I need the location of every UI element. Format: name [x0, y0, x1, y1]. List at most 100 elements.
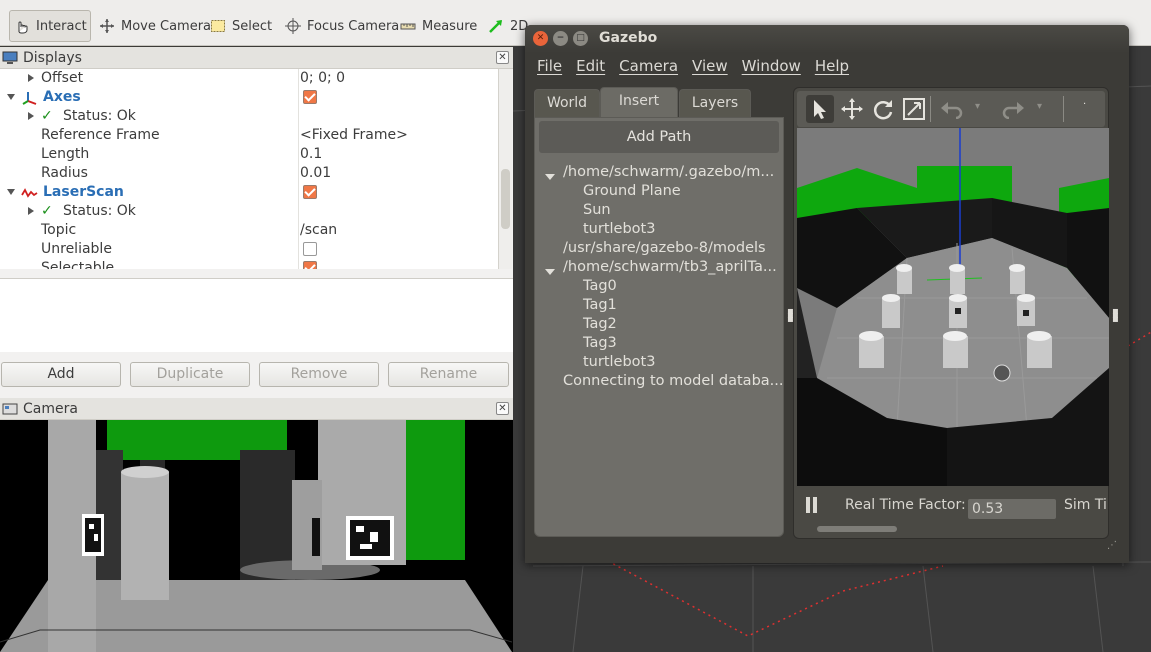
row-value[interactable]: 0.1 [300, 146, 322, 162]
row-key: Status: Ok [63, 108, 136, 124]
model-item[interactable]: turtlebot3 [583, 221, 655, 237]
menu-camera[interactable]: Camera [619, 53, 678, 81]
displays-title: Displays [23, 49, 82, 66]
tab-world[interactable]: World [534, 89, 600, 117]
undo-icon[interactable] [940, 99, 964, 123]
tree-row-axes[interactable]: Axes [0, 88, 498, 107]
expand-arrow-icon[interactable] [28, 207, 34, 215]
tab-layers[interactable]: Layers [679, 89, 751, 117]
model-item[interactable]: Tag2 [583, 316, 617, 332]
measure-tool[interactable]: Measure [396, 10, 481, 42]
laserscan-icon [21, 185, 38, 201]
displays-scrollbar[interactable] [498, 69, 512, 269]
tree-path-share[interactable]: /usr/share/gazebo-8/models [563, 240, 766, 256]
displays-tree: Offset 0; 0; 0 Axes ✓ Status: Ok Referen… [0, 69, 498, 269]
menu-window[interactable]: Window [742, 53, 801, 81]
unreliable-checkbox[interactable] [303, 242, 317, 256]
focus-camera-tool[interactable]: Focus Camera [281, 10, 403, 42]
duplicate-button[interactable]: Duplicate [130, 362, 250, 387]
real-time-factor-label: Real Time Factor: [845, 497, 966, 513]
measure-label: Measure [422, 18, 478, 34]
model-item[interactable]: Tag1 [583, 297, 617, 313]
model-item[interactable]: Tag0 [583, 278, 617, 294]
gazebo-titlebar[interactable]: ✕ − □ Gazebo [525, 25, 1129, 53]
enable-checkbox[interactable] [303, 90, 317, 104]
enable-checkbox[interactable] [303, 185, 317, 199]
rotate-icon[interactable] [871, 97, 895, 125]
tree-row-radius[interactable]: Radius 0.01 [0, 164, 498, 183]
tree-row-laserscan[interactable]: LaserScan [0, 183, 498, 202]
tree-row-status[interactable]: ✓ Status: Ok [0, 107, 498, 126]
row-value[interactable]: /scan [300, 222, 337, 238]
rename-button[interactable]: Rename [388, 362, 509, 387]
pause-icon[interactable] [813, 497, 817, 513]
tree-row-reference-frame[interactable]: Reference Frame <Fixed Frame> [0, 126, 498, 145]
row-key: Reference Frame [41, 127, 160, 143]
add-button[interactable]: Add [1, 362, 121, 387]
row-key: Unreliable [41, 241, 112, 257]
selectable-checkbox[interactable] [303, 261, 317, 269]
check-icon: ✓ [41, 203, 53, 219]
model-item[interactable]: Tag3 [583, 335, 617, 351]
row-value[interactable]: <Fixed Frame> [300, 127, 408, 143]
splitter-handle[interactable]: ▪ ▪ ▪ [1112, 307, 1119, 325]
close-window-icon[interactable]: ✕ [533, 31, 548, 46]
scale-icon[interactable] [902, 97, 926, 125]
interact-tool[interactable]: Interact [9, 10, 91, 42]
description-area [0, 278, 513, 352]
camera-icon [2, 401, 18, 417]
tree-row-offset[interactable]: Offset 0; 0; 0 [0, 69, 498, 88]
collapse-arrow-icon[interactable] [7, 189, 15, 195]
minimize-window-icon[interactable]: − [553, 31, 568, 46]
menu-view[interactable]: View [692, 53, 728, 81]
gazebo-render-panel: ▾ ▾ · Real Time Factor: 0.53 Sim Ti [793, 87, 1109, 539]
select-label: Select [232, 18, 273, 34]
close-icon[interactable]: ✕ [496, 402, 509, 415]
tree-row-topic[interactable]: Topic /scan [0, 221, 498, 240]
select-tool[interactable]: Select [206, 10, 276, 42]
redo-icon[interactable] [1001, 99, 1025, 123]
tree-row-length[interactable]: Length 0.1 [0, 145, 498, 164]
tree-path-gazebo[interactable]: /home/schwarm/.gazebo/m... [563, 164, 774, 180]
collapse-arrow-icon[interactable] [545, 269, 555, 275]
row-value[interactable]: 0.01 [300, 165, 331, 181]
gazebo-window: ✕ − □ Gazebo File Edit Camera View Windo… [525, 25, 1129, 563]
row-key: LaserScan [43, 184, 124, 200]
tab-insert[interactable]: Insert [600, 87, 678, 117]
menu-file[interactable]: File [537, 53, 562, 81]
horizontal-scrollbar[interactable] [817, 526, 897, 532]
model-item[interactable]: Sun [583, 202, 611, 218]
expand-arrow-icon[interactable] [28, 112, 34, 120]
menu-edit[interactable]: Edit [576, 53, 605, 81]
undo-dropdown-icon[interactable]: ▾ [975, 101, 980, 112]
row-value[interactable]: 0; 0; 0 [300, 70, 345, 86]
expand-arrow-icon[interactable] [28, 74, 34, 82]
tree-row-status[interactable]: ✓ Status: Ok [0, 202, 498, 221]
collapse-arrow-icon[interactable] [7, 94, 15, 100]
select-mode-button[interactable] [806, 95, 834, 123]
model-item[interactable]: turtlebot3 [583, 354, 655, 370]
tree-path-tb3[interactable]: /home/schwarm/tb3_aprilTa... [563, 259, 777, 275]
tree-row-selectable[interactable]: Selectable [0, 259, 498, 269]
translate-icon[interactable] [840, 97, 864, 125]
maximize-window-icon[interactable]: □ [573, 31, 588, 46]
row-key: Radius [41, 165, 88, 181]
scrollbar-thumb[interactable] [501, 169, 510, 229]
model-item[interactable]: Ground Plane [583, 183, 681, 199]
menu-help[interactable]: Help [815, 53, 849, 81]
select-box-icon [210, 18, 226, 34]
interact-label: Interact [36, 18, 87, 34]
insert-panel: Add Path /home/schwarm/.gazebo/m... Grou… [534, 117, 784, 537]
gazebo-title: Gazebo [599, 30, 658, 46]
close-icon[interactable]: ✕ [496, 51, 509, 64]
resize-grip-icon[interactable]: ⋰ [1107, 540, 1117, 551]
more-tools-icon[interactable]: · [1083, 99, 1086, 110]
remove-button[interactable]: Remove [259, 362, 379, 387]
collapse-arrow-icon[interactable] [545, 174, 555, 180]
tree-row-unreliable[interactable]: Unreliable [0, 240, 498, 259]
gazebo-3d-scene[interactable] [797, 128, 1109, 486]
move-camera-tool[interactable]: Move Camera [95, 10, 215, 42]
green-arrow-icon [488, 18, 504, 34]
add-path-button[interactable]: Add Path [539, 121, 779, 153]
redo-dropdown-icon[interactable]: ▾ [1037, 101, 1042, 112]
